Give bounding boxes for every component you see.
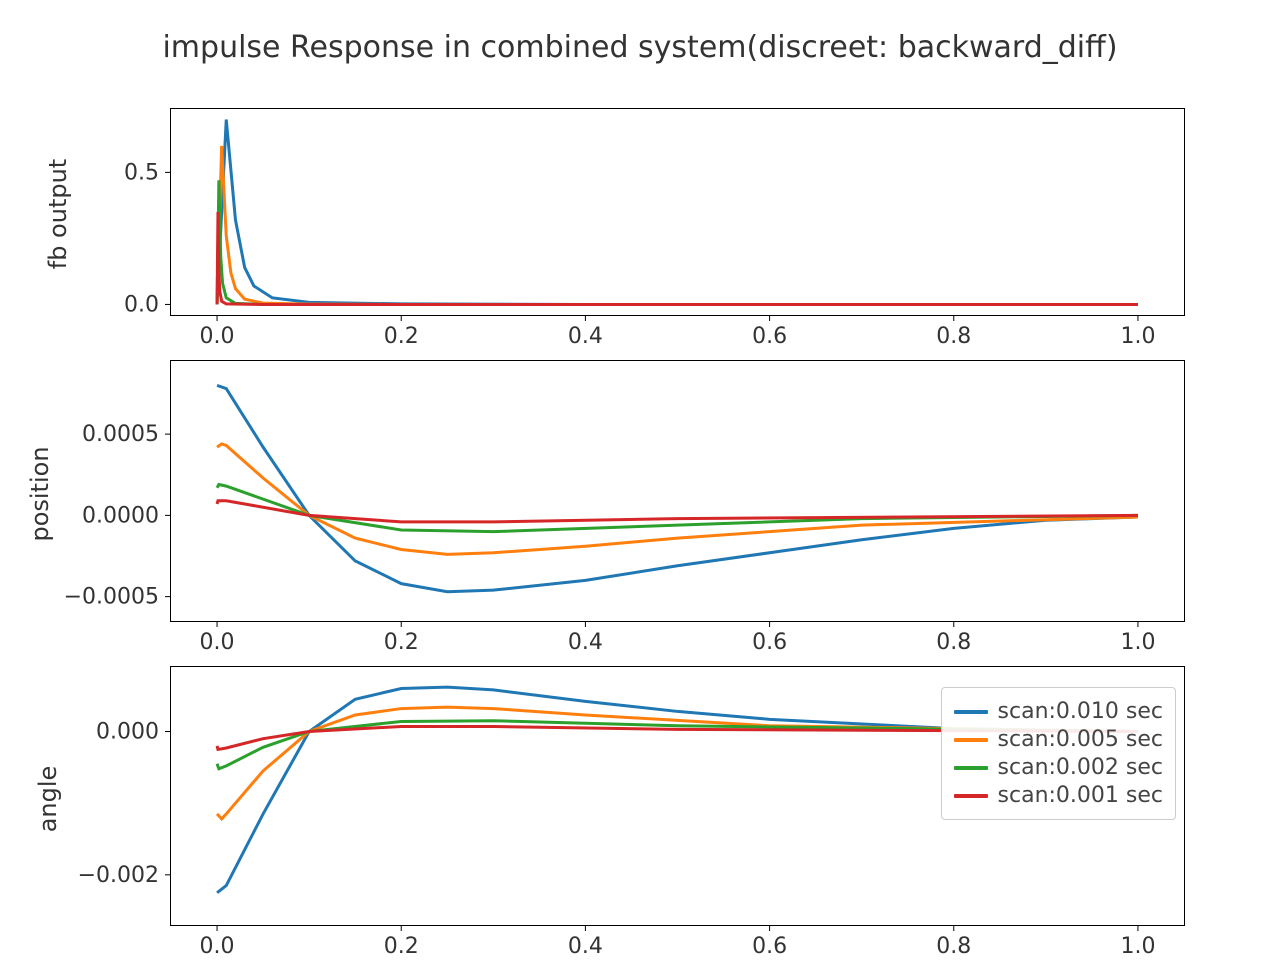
svg-text:0.000: 0.000 xyxy=(96,720,159,745)
series-line xyxy=(217,120,1138,305)
svg-text:0.4: 0.4 xyxy=(568,934,603,959)
x-ticks: 0.0 0.2 0.4 0.6 0.8 1.0 xyxy=(200,315,1156,349)
legend-item: scan:0.010 sec xyxy=(954,699,1163,724)
subplot-angle: 0.00.20.40.60.81.0−0.0020.000scan:0.010 … xyxy=(170,666,1185,926)
svg-text:1.0: 1.0 xyxy=(1120,630,1155,655)
subplot-fb-output: 0.00.20.40.60.81.00.00.5 xyxy=(170,108,1185,316)
svg-text:0.2: 0.2 xyxy=(384,934,419,959)
y-ticks: 0.0 0.5 xyxy=(124,160,171,317)
y-ticks: −0.0005 0.0000 0.0005 xyxy=(64,422,171,610)
figure: impulse Response in combined system(disc… xyxy=(0,0,1280,960)
svg-text:0.5: 0.5 xyxy=(124,160,159,185)
legend-item: scan:0.005 sec xyxy=(954,727,1163,752)
svg-text:−0.0005: −0.0005 xyxy=(64,585,159,610)
svg-text:0.0: 0.0 xyxy=(200,934,235,959)
legend-swatch xyxy=(954,710,988,714)
series-line xyxy=(217,180,1138,304)
svg-text:0.4: 0.4 xyxy=(568,324,603,349)
svg-text:0.6: 0.6 xyxy=(752,934,787,959)
subplot-position: 0.00.20.40.60.81.0−0.00050.00000.0005 xyxy=(170,360,1185,622)
x-ticks: 0.0 0.2 0.4 0.6 0.8 1.0 xyxy=(200,621,1156,655)
svg-text:−0.002: −0.002 xyxy=(78,863,159,888)
ylabel-pos: position xyxy=(26,434,54,554)
series-line xyxy=(217,385,1138,591)
plot-svg: 0.00.20.40.60.81.00.00.5 xyxy=(171,109,1184,315)
svg-text:0.0: 0.0 xyxy=(200,324,235,349)
svg-text:0.8: 0.8 xyxy=(936,324,971,349)
legend-swatch xyxy=(954,738,988,742)
svg-text:0.0005: 0.0005 xyxy=(82,422,159,447)
svg-text:0.2: 0.2 xyxy=(384,630,419,655)
legend-swatch xyxy=(954,794,988,798)
legend-label: scan:0.002 sec xyxy=(998,755,1163,780)
legend-item: scan:0.001 sec xyxy=(954,783,1163,808)
series-line xyxy=(217,501,1138,522)
y-ticks: −0.002 0.000 xyxy=(78,720,171,888)
x-ticks: 0.0 0.2 0.4 0.6 0.8 1.0 xyxy=(200,925,1156,959)
svg-text:0.0: 0.0 xyxy=(124,292,159,317)
figure-title: impulse Response in combined system(disc… xyxy=(0,30,1280,65)
svg-text:0.0: 0.0 xyxy=(200,630,235,655)
svg-text:0.8: 0.8 xyxy=(936,934,971,959)
plot-svg: 0.00.20.40.60.81.0−0.00050.00000.0005 xyxy=(171,361,1184,621)
ylabel-fb: fb output xyxy=(44,154,72,274)
series-line xyxy=(217,444,1138,555)
legend-label: scan:0.005 sec xyxy=(998,727,1163,752)
svg-text:0.6: 0.6 xyxy=(752,630,787,655)
svg-text:0.4: 0.4 xyxy=(568,630,603,655)
svg-text:0.2: 0.2 xyxy=(384,324,419,349)
svg-text:0.8: 0.8 xyxy=(936,630,971,655)
series-line xyxy=(217,146,1138,304)
legend: scan:0.010 sec scan:0.005 sec scan:0.002 s… xyxy=(941,687,1176,820)
ylabel-ang: angle xyxy=(34,739,62,859)
svg-text:0.0000: 0.0000 xyxy=(82,503,159,528)
svg-text:1.0: 1.0 xyxy=(1120,324,1155,349)
legend-swatch xyxy=(954,766,988,770)
legend-label: scan:0.010 sec xyxy=(998,699,1163,724)
svg-text:0.6: 0.6 xyxy=(752,324,787,349)
legend-label: scan:0.001 sec xyxy=(998,783,1163,808)
series-line xyxy=(217,212,1138,304)
legend-item: scan:0.002 sec xyxy=(954,755,1163,780)
svg-text:1.0: 1.0 xyxy=(1120,934,1155,959)
